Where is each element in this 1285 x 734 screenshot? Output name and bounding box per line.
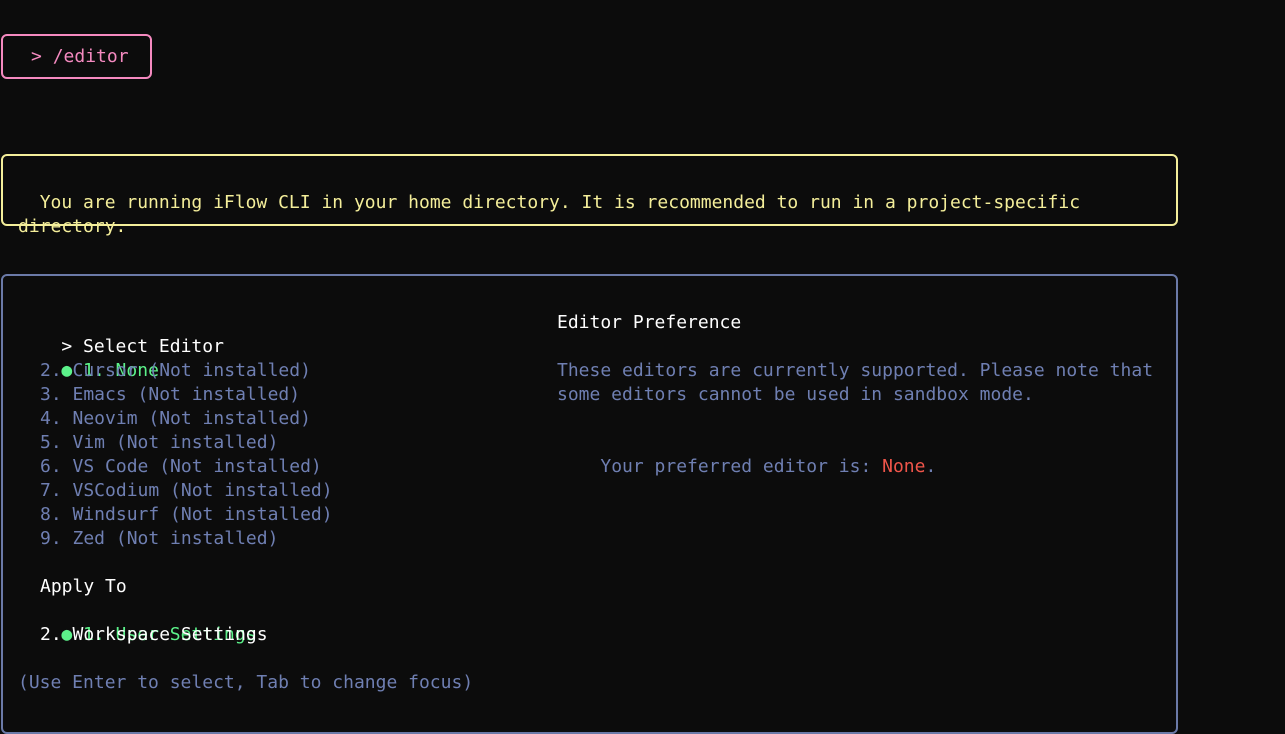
editor-option-zed[interactable]: 9. Zed (Not installed) [40,527,278,551]
home-directory-warning: You are running iFlow CLI in your home d… [1,154,1178,237]
editor-option-neovim[interactable]: 4. Neovim (Not installed) [40,407,311,431]
preference-description-line-2: some editors cannot be used in sandbox m… [557,384,1034,405]
editor-option-emacs[interactable]: 3. Emacs (Not installed) [40,383,300,407]
command-echo: > /editor [1,34,152,79]
editor-option-vim[interactable]: 5. Vim (Not installed) [40,431,278,455]
apply-to-heading: Apply To [40,576,127,597]
preference-title: Editor Preference [557,312,742,333]
editor-option-none[interactable]: ● 1. None [18,335,159,381]
editor-option-vscode[interactable]: 6. VS Code (Not installed) [40,455,322,479]
apply-to-option-workspace-settings[interactable]: 2. Workspace Settings [40,623,268,647]
apply-to-option-user-settings[interactable]: ● 1. User Settings [18,599,256,645]
command-text: /editor [52,45,129,67]
preferred-editor-value: None [882,456,926,477]
preference-description-line-1: These editors are currently supported. P… [557,360,1154,381]
preferred-editor-line: Your preferred editor is: None. [557,431,936,477]
editor-dialog: > Select Editor ● 1. None 2. Cursor (Not… [1,274,1178,734]
preferred-editor-prefix: Your preferred editor is: [600,456,883,477]
preferred-editor-suffix: . [925,456,937,477]
select-editor-heading-row: > Select Editor [18,311,224,357]
command-prompt-marker: > [31,45,42,67]
warning-text: You are running iFlow CLI in your home d… [18,192,1081,237]
editor-option-windsurf[interactable]: 8. Windsurf (Not installed) [40,503,333,527]
editor-option-cursor[interactable]: 2. Cursor (Not installed) [40,359,311,383]
keyboard-hint: (Use Enter to select, Tab to change focu… [18,672,474,693]
editor-option-vscodium[interactable]: 7. VSCodium (Not installed) [40,479,333,503]
